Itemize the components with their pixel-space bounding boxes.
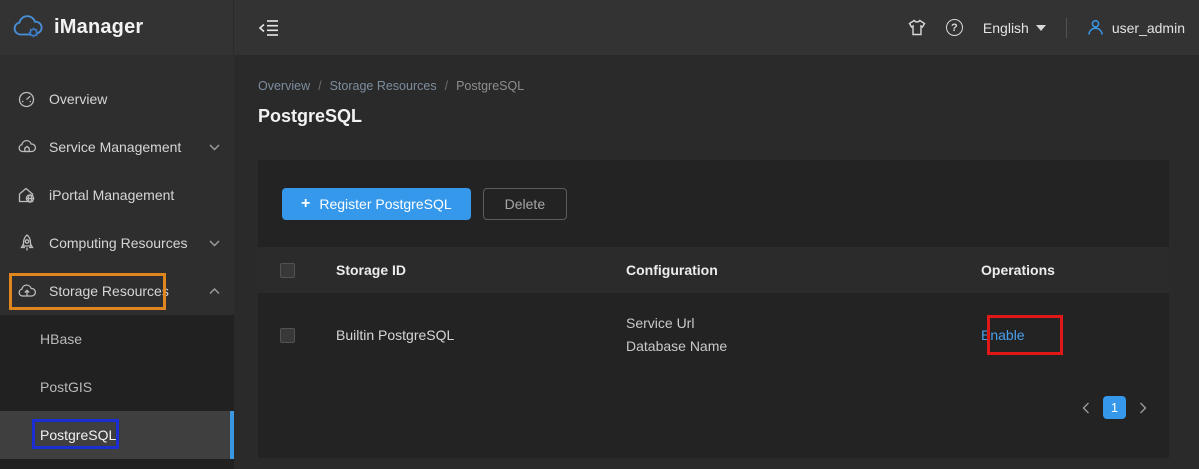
column-header-configuration: Configuration — [626, 262, 981, 278]
page-number-button[interactable]: 1 — [1103, 396, 1126, 419]
storage-table: Storage ID Configuration Operations Buil… — [258, 247, 1169, 377]
sidebar-item-postgresql[interactable]: PostgreSQL — [0, 411, 234, 459]
sidebar-item-label: Storage Resources — [49, 283, 196, 299]
sidebar-item-label: Service Management — [49, 139, 196, 155]
app-logo[interactable]: iManager — [0, 0, 234, 55]
username-label: user_admin — [1112, 20, 1185, 36]
breadcrumb-link-storage-resources[interactable]: Storage Resources — [330, 79, 437, 93]
cloud-upload-icon — [17, 284, 36, 299]
sidebar-item-overview[interactable]: Overview — [0, 75, 234, 123]
theme-skin-icon[interactable] — [908, 19, 926, 36]
help-icon[interactable]: ? — [946, 19, 963, 36]
collapse-sidebar-icon[interactable] — [258, 19, 279, 37]
register-button-label: Register PostgreSQL — [319, 196, 451, 212]
breadcrumb-separator: / — [318, 79, 321, 93]
submenu-item-label: PostgreSQL — [40, 427, 116, 443]
sidebar-item-label: iPortal Management — [49, 187, 220, 203]
column-header-storage-id: Storage ID — [336, 262, 626, 278]
language-dropdown[interactable]: English — [983, 20, 1046, 36]
previous-page-icon[interactable] — [1082, 402, 1090, 414]
cloud-gear-logo-icon — [12, 15, 44, 41]
storage-id-cell: Builtin PostgreSQL — [336, 327, 626, 343]
breadcrumb-separator: / — [445, 79, 448, 93]
config-service-url-label: Service Url — [626, 312, 981, 335]
topbar: ? English user_admin — [234, 0, 1199, 55]
plus-icon: + — [301, 196, 310, 212]
dashboard-icon — [17, 91, 36, 108]
topbar-divider — [1066, 18, 1067, 38]
postgresql-card: + Register PostgreSQL Delete Storage ID … — [258, 160, 1169, 458]
table-row: Builtin PostgreSQL Service Url Database … — [258, 293, 1169, 377]
sidebar-item-label: Overview — [49, 91, 220, 107]
page-title: PostgreSQL — [258, 106, 362, 127]
sidebar-item-service-management[interactable]: Service Management — [0, 123, 234, 171]
chevron-up-icon — [209, 288, 220, 295]
main-content: Overview / Storage Resources / PostgreSQ… — [234, 55, 1199, 469]
select-all-checkbox[interactable] — [280, 263, 295, 278]
breadcrumb-current: PostgreSQL — [456, 79, 524, 93]
rocket-icon — [17, 234, 36, 252]
sidebar-item-label: Computing Resources — [49, 235, 196, 251]
breadcrumb-link-overview[interactable]: Overview — [258, 79, 310, 93]
register-postgresql-button[interactable]: + Register PostgreSQL — [282, 188, 471, 220]
chevron-down-icon — [209, 144, 220, 151]
app-title: iManager — [54, 16, 143, 39]
chevron-down-icon — [1036, 25, 1046, 31]
chevron-down-icon — [209, 240, 220, 247]
delete-button[interactable]: Delete — [483, 188, 567, 220]
submenu-item-label: HBase — [40, 331, 82, 347]
next-page-icon[interactable] — [1139, 402, 1147, 414]
sidebar-item-iportal-management[interactable]: iPortal Management — [0, 171, 234, 219]
storage-resources-submenu: HBase PostGIS PostgreSQL — [0, 315, 234, 469]
configuration-cell: Service Url Database Name — [626, 312, 981, 358]
sidebar-item-postgis[interactable]: PostGIS — [0, 363, 234, 411]
row-checkbox[interactable] — [280, 328, 295, 343]
user-icon — [1087, 19, 1104, 36]
breadcrumb: Overview / Storage Resources / PostgreSQ… — [258, 79, 524, 93]
sidebar-item-storage-resources[interactable]: Storage Resources — [0, 267, 234, 315]
toolbar: + Register PostgreSQL Delete — [258, 160, 1169, 220]
column-header-operations: Operations — [981, 262, 1169, 278]
submenu-item-label: PostGIS — [40, 379, 92, 395]
table-header-row: Storage ID Configuration Operations — [258, 247, 1169, 293]
sidebar-item-computing-resources[interactable]: Computing Resources — [0, 219, 234, 267]
portal-home-icon — [17, 187, 36, 203]
pagination: 1 — [1082, 396, 1147, 419]
sidebar: Overview Service Management — [0, 55, 234, 469]
enable-link[interactable]: Enable — [981, 327, 1025, 343]
cloud-service-icon — [17, 139, 36, 155]
sidebar-item-hbase[interactable]: HBase — [0, 315, 234, 363]
user-menu[interactable]: user_admin — [1087, 19, 1185, 36]
config-database-name-label: Database Name — [626, 335, 981, 358]
language-label: English — [983, 20, 1029, 36]
